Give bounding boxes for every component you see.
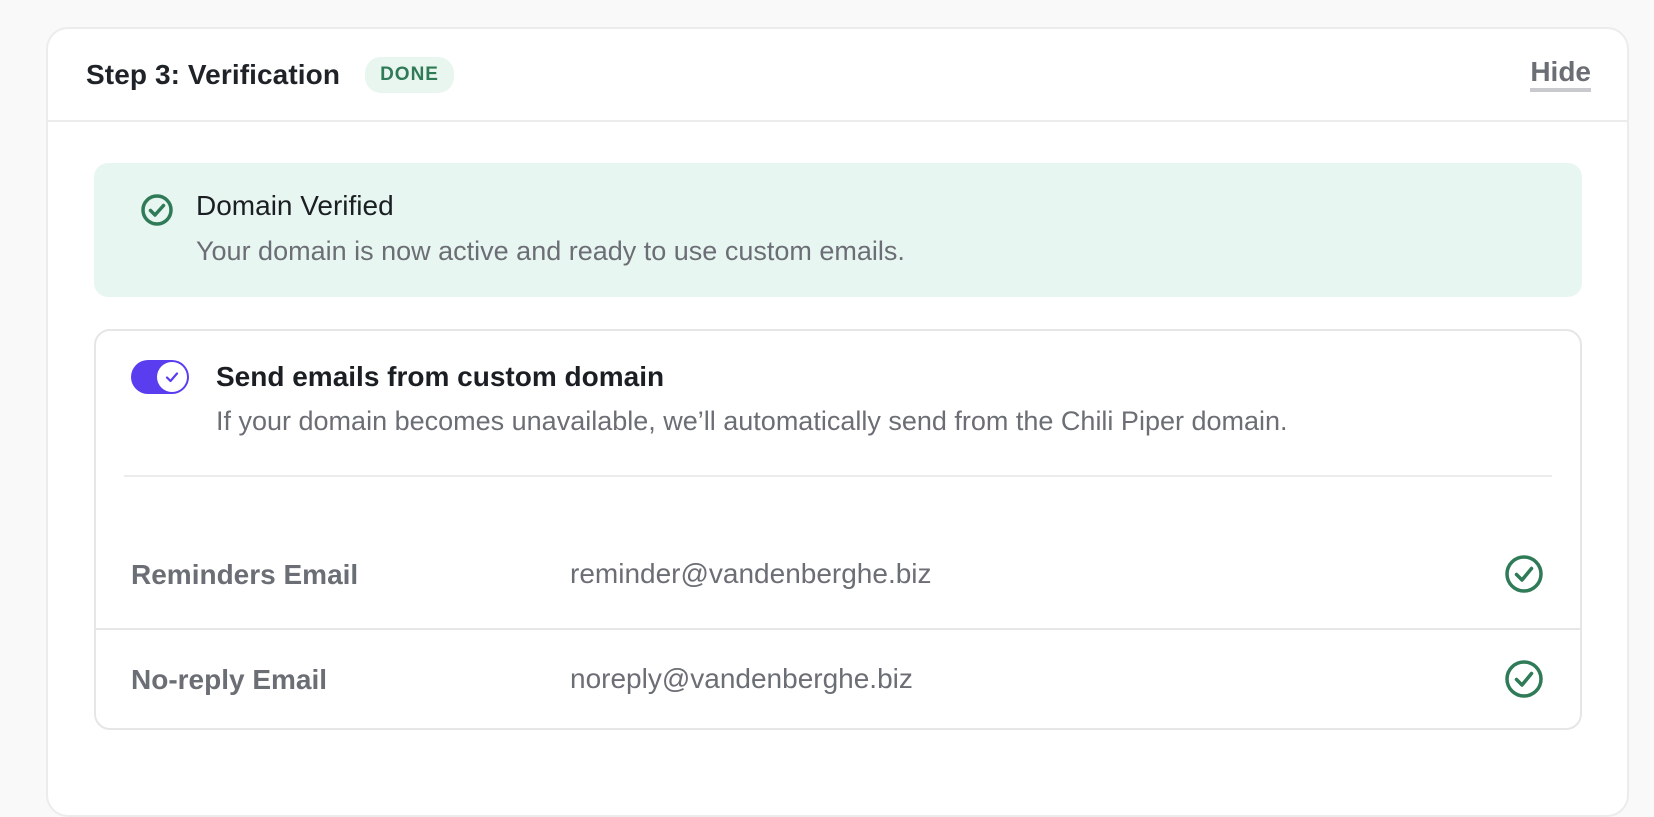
divider [124,475,1552,477]
email-label: Reminders Email [131,559,359,590]
toggle-title: Send emails from custom domain [216,361,665,392]
toggle-knob [157,362,187,392]
email-value: reminder@vandenberghe.biz [570,558,932,589]
check-circle-icon [1504,554,1544,594]
custom-domain-settings: Send emails from custom domain If your d… [94,329,1582,730]
toggle-description: If your domain becomes unavailable, we’l… [216,406,1288,436]
check-circle-icon [140,193,174,227]
email-label: No-reply Email [131,664,328,695]
banner-message: Your domain is now active and ready to u… [196,236,905,266]
verified-banner: Domain Verified Your domain is now activ… [94,163,1582,297]
email-value: noreply@vandenberghe.biz [570,663,913,694]
custom-domain-toggle[interactable] [131,360,189,394]
check-circle-icon [1504,659,1544,699]
banner-title: Domain Verified [196,190,394,221]
hide-link[interactable]: Hide [1530,57,1591,92]
verification-card: Step 3: Verification DONE Hide Domain Ve… [46,27,1629,817]
step-title: Step 3: Verification [86,58,341,90]
check-icon [165,372,179,383]
card-header: Step 3: Verification DONE Hide [48,29,1627,122]
email-row-noreply: No-reply Email noreply@vandenberghe.biz [96,628,1580,728]
email-row-reminders: Reminders Email reminder@vandenberghe.bi… [96,525,1580,625]
status-badge: DONE [365,56,454,93]
